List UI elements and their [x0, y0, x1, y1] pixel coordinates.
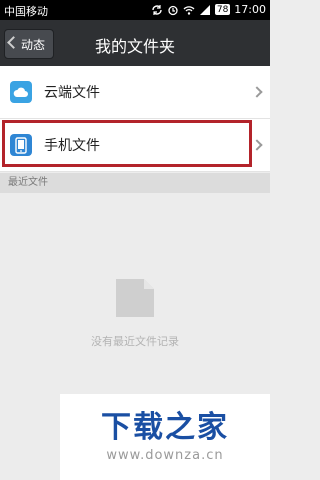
chevron-right-icon — [251, 86, 263, 98]
clock: 17:00 — [234, 3, 266, 16]
alarm-icon — [168, 5, 178, 15]
battery-indicator: 78 — [214, 4, 231, 15]
empty-state-text: 没有最近文件记录 — [91, 335, 179, 348]
carrier-label: 中国移动 — [4, 5, 48, 18]
watermark-url: www.downza.cn — [106, 448, 224, 463]
app-header: 动态 我的文件夹 — [0, 20, 270, 66]
list-item-cloud-files[interactable]: 云端文件 — [0, 66, 270, 119]
wifi-icon — [183, 5, 195, 15]
sync-icon — [152, 4, 162, 15]
highlight-box — [2, 120, 252, 167]
cloud-icon — [10, 81, 32, 103]
status-bar: 中国移动 78 17:00 — [0, 0, 270, 20]
section-header-recent: 最近文件 — [0, 173, 270, 193]
signal-icon — [199, 4, 210, 15]
status-icons: 78 17:00 — [151, 3, 266, 16]
document-icon — [116, 279, 154, 317]
watermark: 下载之家 www.downza.cn — [60, 394, 270, 480]
chevron-right-icon — [251, 139, 263, 151]
watermark-logo: 下载之家 — [101, 410, 229, 445]
page-title: 我的文件夹 — [94, 37, 175, 56]
list-item-label: 云端文件 — [44, 85, 100, 101]
